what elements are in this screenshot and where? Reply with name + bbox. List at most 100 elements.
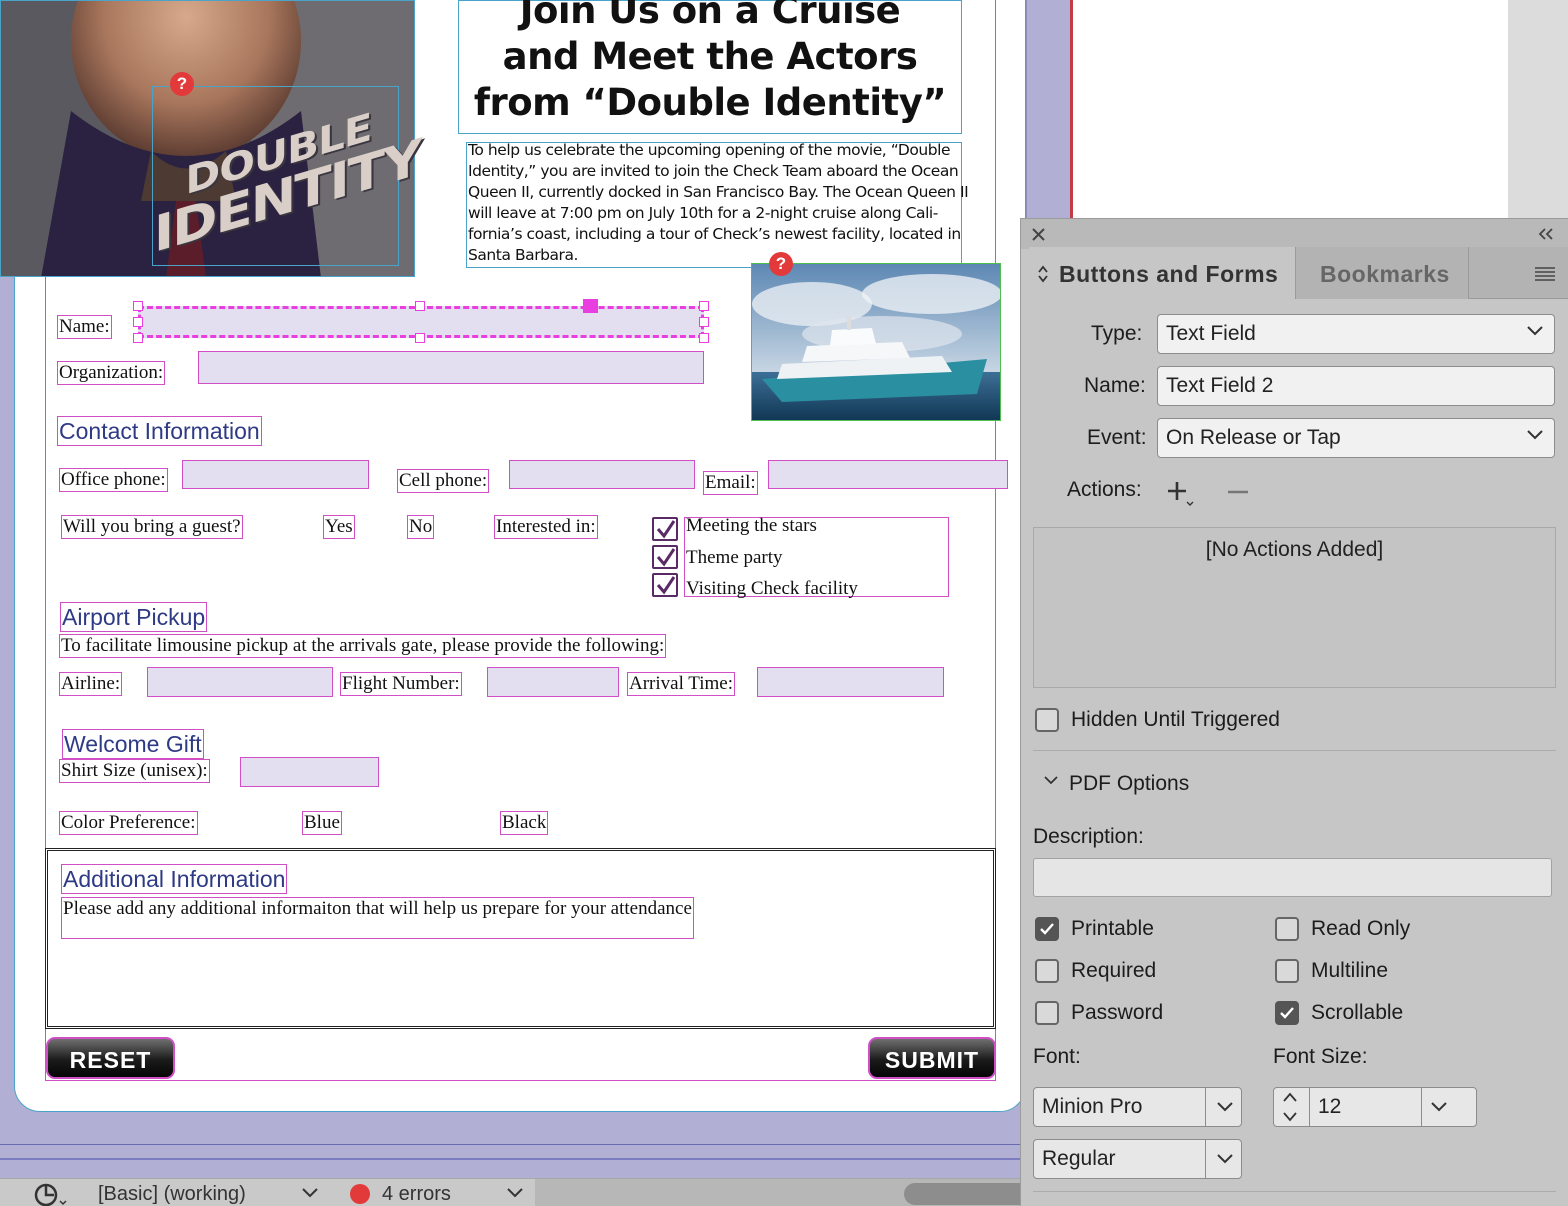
arrival-time-field[interactable] bbox=[757, 667, 944, 697]
description-input[interactable] bbox=[1033, 858, 1552, 897]
hidden-until-triggered-checkbox[interactable] bbox=[1035, 708, 1059, 732]
preflight-error-icon[interactable]: ? bbox=[769, 252, 793, 276]
selection-handle[interactable] bbox=[133, 333, 143, 343]
panel-menu-icon[interactable] bbox=[1534, 266, 1556, 282]
add-action-icon[interactable] bbox=[1167, 480, 1195, 506]
selection-handle[interactable] bbox=[699, 317, 709, 327]
type-dropdown[interactable]: Text Field bbox=[1157, 314, 1555, 354]
remove-action-icon[interactable] bbox=[1227, 489, 1249, 495]
password-label: Password bbox=[1071, 1001, 1164, 1024]
font-style-dropdown-button[interactable] bbox=[1205, 1139, 1242, 1179]
password-checkbox[interactable] bbox=[1035, 1001, 1059, 1025]
printable-checkbox[interactable] bbox=[1035, 917, 1059, 941]
checkmark-icon bbox=[1280, 1007, 1294, 1019]
error-count[interactable]: 4 errors bbox=[382, 1183, 451, 1206]
pdf-options-heading[interactable]: PDF Options bbox=[1069, 772, 1189, 796]
guest-yes-option[interactable]: Yes bbox=[323, 515, 355, 539]
interest-checkbox[interactable] bbox=[652, 545, 678, 569]
intro-line: Identity,” you are invited to join the C… bbox=[468, 162, 959, 180]
selection-handle[interactable] bbox=[133, 317, 143, 327]
airline-field[interactable] bbox=[147, 667, 333, 697]
panel-divider bbox=[1033, 1191, 1556, 1192]
tab-bookmarks[interactable]: Bookmarks bbox=[1295, 247, 1469, 299]
panel-title-bar bbox=[1021, 219, 1568, 249]
checkmark-icon bbox=[656, 520, 676, 539]
content-grabber[interactable] bbox=[583, 299, 598, 313]
font-size-divider bbox=[1309, 1087, 1310, 1127]
event-dropdown[interactable]: On Release or Tap bbox=[1157, 418, 1555, 458]
color-black-option[interactable]: Black bbox=[500, 811, 549, 835]
ship-image[interactable] bbox=[751, 263, 1001, 421]
interest-checkbox[interactable] bbox=[652, 517, 678, 541]
actions-label: Actions: bbox=[1067, 478, 1142, 501]
interest-checkbox[interactable] bbox=[652, 573, 678, 597]
selection-handle[interactable] bbox=[699, 301, 709, 311]
office-phone-field[interactable] bbox=[182, 460, 369, 489]
close-icon[interactable] bbox=[1031, 227, 1046, 242]
scrollable-checkbox[interactable] bbox=[1275, 1001, 1299, 1025]
actions-list[interactable]: [No Actions Added] bbox=[1033, 527, 1556, 688]
interest-option: Visiting Check facility bbox=[686, 578, 858, 599]
collapse-panel-icon[interactable] bbox=[1537, 227, 1555, 241]
no-actions-text: [No Actions Added] bbox=[1205, 538, 1384, 561]
name-value: Text Field 2 bbox=[1166, 374, 1274, 397]
font-family-value: Minion Pro bbox=[1042, 1095, 1143, 1118]
read-only-checkbox[interactable] bbox=[1275, 917, 1299, 941]
guest-question-label: Will you bring a guest? bbox=[61, 515, 243, 539]
email-field[interactable] bbox=[768, 460, 1008, 489]
flight-number-field[interactable] bbox=[487, 667, 619, 697]
name-label: Name: bbox=[1084, 374, 1146, 397]
guest-no-option[interactable]: No bbox=[407, 515, 435, 539]
airline-label: Airline: bbox=[59, 672, 123, 696]
chevron-down-icon[interactable] bbox=[506, 1187, 524, 1199]
buttons-and-forms-panel: Buttons and Forms Bookmarks Type: Text F… bbox=[1020, 218, 1568, 1206]
email-label: Email: bbox=[703, 471, 758, 495]
checkmark-icon bbox=[1040, 923, 1054, 935]
selection-handle[interactable] bbox=[415, 333, 425, 343]
name-input[interactable]: Text Field 2 bbox=[1157, 366, 1555, 406]
required-checkbox[interactable] bbox=[1035, 959, 1059, 983]
chevron-down-icon[interactable] bbox=[1043, 775, 1059, 787]
tab-label: Buttons and Forms bbox=[1059, 261, 1279, 287]
font-size-dropdown-button[interactable] bbox=[1421, 1087, 1477, 1127]
reset-button[interactable]: RESET bbox=[46, 1037, 175, 1079]
preflight-profile[interactable]: [Basic] (working) bbox=[98, 1183, 246, 1206]
headline-line-3: from “Double Identity” bbox=[473, 81, 947, 124]
font-size-label: Font Size: bbox=[1273, 1045, 1368, 1068]
shirt-size-label: Shirt Size (unisex): bbox=[59, 759, 210, 783]
color-blue-option[interactable]: Blue bbox=[302, 811, 342, 835]
type-value: Text Field bbox=[1166, 322, 1256, 345]
hidden-until-triggered-label: Hidden Until Triggered bbox=[1071, 708, 1280, 731]
selection-handle[interactable] bbox=[415, 301, 425, 311]
bleed-guide bbox=[0, 1144, 1030, 1145]
submit-button[interactable]: SUBMIT bbox=[868, 1037, 996, 1079]
shirt-size-field[interactable] bbox=[240, 757, 379, 787]
organization-label: Organization: bbox=[57, 361, 166, 385]
intro-line: fornia’s coast, including a tour of Chec… bbox=[468, 225, 961, 243]
multiline-checkbox[interactable] bbox=[1275, 959, 1299, 983]
chevron-down-icon bbox=[1217, 1154, 1233, 1164]
status-bar: [Basic] (working) 4 errors bbox=[0, 1178, 1034, 1206]
preflight-error-icon[interactable]: ? bbox=[170, 72, 194, 96]
required-label: Required bbox=[1071, 959, 1157, 982]
organization-field[interactable] bbox=[198, 351, 704, 384]
sort-arrows-icon bbox=[1038, 265, 1048, 283]
additional-instructions: Please add any additional informaiton th… bbox=[61, 897, 694, 939]
selection-handle[interactable] bbox=[133, 301, 143, 311]
cell-phone-label: Cell phone: bbox=[397, 469, 490, 493]
office-phone-label: Office phone: bbox=[59, 468, 168, 492]
checkmark-icon bbox=[656, 548, 676, 567]
cell-phone-field[interactable] bbox=[509, 460, 695, 489]
gift-heading: Welcome Gift bbox=[62, 729, 204, 759]
preflight-profile-icon[interactable] bbox=[33, 1182, 67, 1206]
font-family-dropdown-button[interactable] bbox=[1205, 1087, 1242, 1127]
scrollable-label: Scrollable bbox=[1311, 1001, 1404, 1024]
chevron-down-icon[interactable] bbox=[301, 1187, 319, 1199]
chevron-down-icon bbox=[1431, 1102, 1447, 1112]
slug-guide bbox=[0, 1158, 1030, 1160]
panel-divider bbox=[1033, 750, 1556, 751]
selection-handle[interactable] bbox=[699, 333, 709, 343]
tab-buttons-and-forms[interactable]: Buttons and Forms bbox=[1029, 247, 1295, 299]
stepper-arrows-icon[interactable] bbox=[1281, 1089, 1299, 1125]
horizontal-scrollbar-thumb[interactable] bbox=[904, 1183, 1034, 1205]
